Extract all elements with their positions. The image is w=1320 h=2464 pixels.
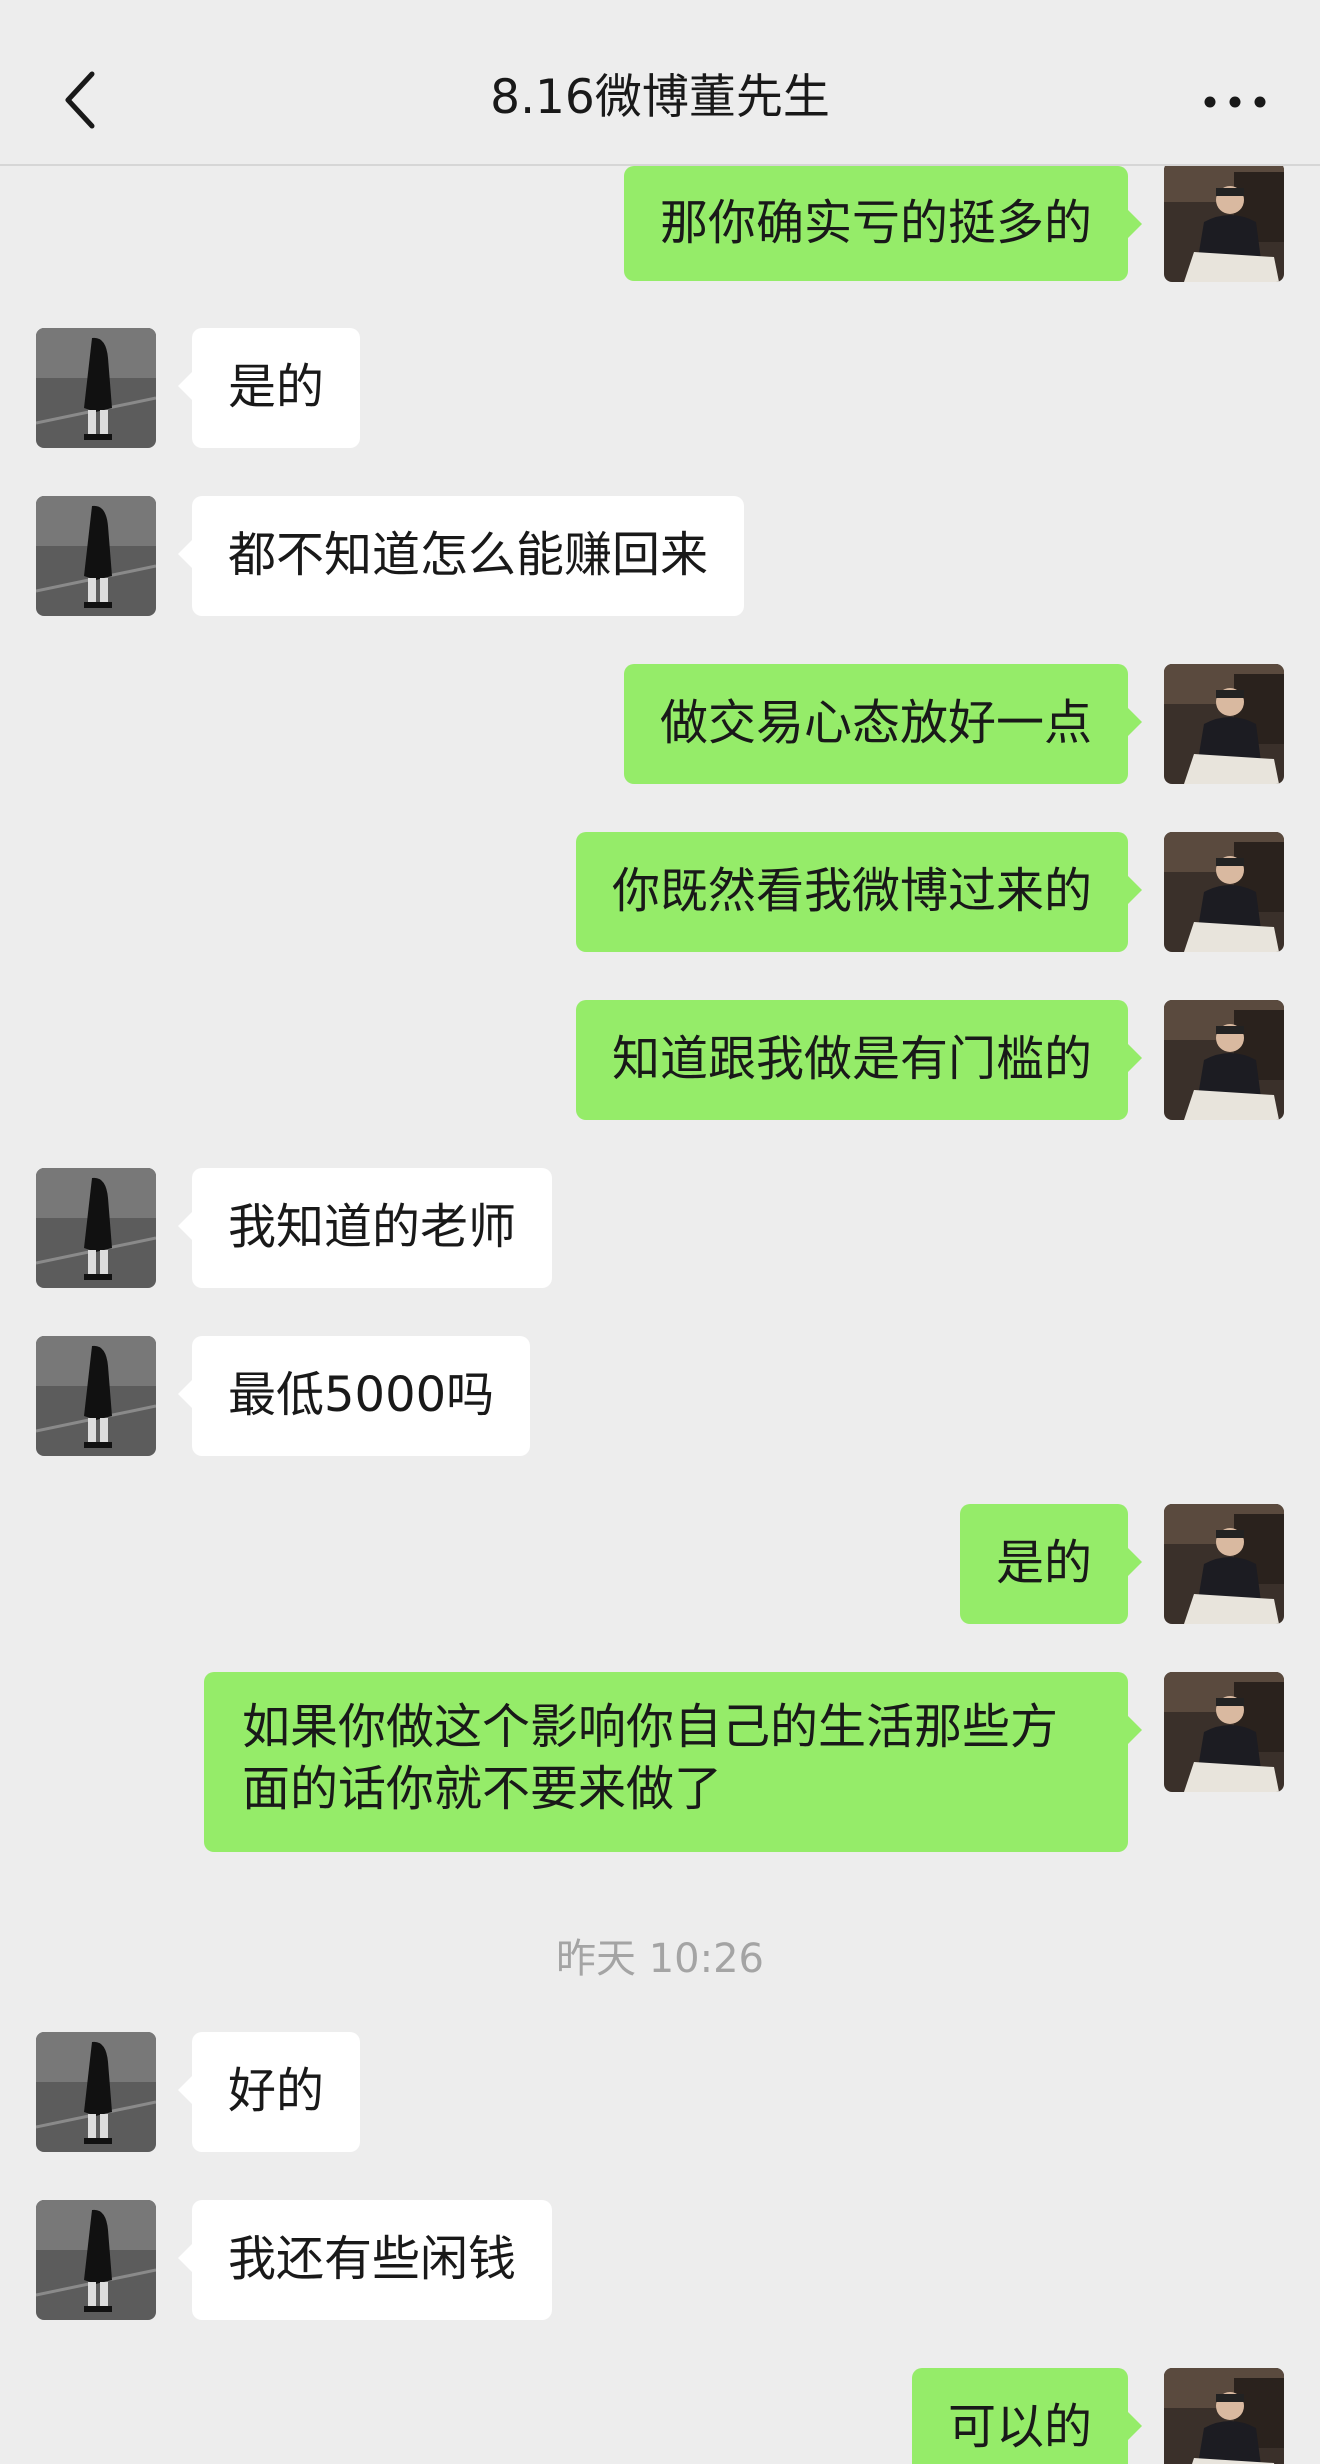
my-avatar[interactable]	[1164, 664, 1284, 784]
message-row: 做交易心态放好一点	[0, 664, 1320, 784]
message-text: 是的	[995, 1535, 1092, 1591]
message-row: 你既然看我微博过来的	[0, 832, 1320, 952]
contact-avatar[interactable]	[36, 2032, 156, 2152]
message-row: 如果你做这个影响你自己的生活那些方面的话你就不要来做了	[0, 1672, 1320, 1852]
message-row: 我知道的老师	[0, 1168, 1320, 1288]
my-avatar[interactable]	[1164, 1000, 1284, 1120]
my-avatar[interactable]	[1164, 1672, 1284, 1792]
message-text: 我知道的老师	[228, 1199, 517, 1255]
message-bubble[interactable]: 是的	[959, 1504, 1143, 1624]
my-avatar[interactable]	[1164, 166, 1284, 282]
contact-avatar[interactable]	[36, 496, 156, 616]
message-bubble[interactable]: 如果你做这个影响你自己的生活那些方面的话你就不要来做了	[204, 1672, 1142, 1852]
contact-avatar[interactable]	[36, 2200, 156, 2320]
message-text: 那你确实亏的挺多的	[659, 195, 1092, 251]
message-row: 都不知道怎么能赚回来	[0, 496, 1320, 616]
message-row: 是的	[0, 328, 1320, 448]
message-bubble[interactable]: 做交易心态放好一点	[623, 664, 1143, 784]
message-text: 是的	[228, 359, 325, 415]
message-text: 可以的	[947, 2399, 1092, 2455]
my-avatar[interactable]	[1164, 2368, 1284, 2464]
message-text: 好的	[228, 2063, 325, 2119]
message-text: 如果你做这个影响你自己的生活那些方面的话你就不要来做了	[242, 1699, 1059, 1817]
chat-area[interactable]: 那你确实亏的挺多的 是的 都不知道怎么能赚回来 做交易心态放好一点 你既然看我微…	[0, 166, 1320, 2464]
message-row: 知道跟我做是有门槛的	[0, 1000, 1320, 1120]
message-bubble[interactable]: 知道跟我做是有门槛的	[575, 1000, 1143, 1120]
message-bubble[interactable]: 你既然看我微博过来的	[575, 832, 1143, 952]
contact-avatar[interactable]	[36, 1168, 156, 1288]
chat-header: 8.16微博董先生	[0, 0, 1320, 166]
message-bubble[interactable]: 是的	[177, 328, 361, 448]
message-row: 那你确实亏的挺多的	[0, 166, 1320, 282]
message-text: 你既然看我微博过来的	[611, 863, 1092, 919]
message-row: 最低5000吗	[0, 1336, 1320, 1456]
message-row: 好的	[0, 2032, 1320, 2152]
message-text: 我还有些闲钱	[228, 2231, 517, 2287]
message-text: 都不知道怎么能赚回来	[228, 527, 709, 583]
message-row: 可以的	[0, 2368, 1320, 2464]
my-avatar[interactable]	[1164, 1504, 1284, 1624]
message-text: 做交易心态放好一点	[659, 695, 1092, 751]
message-row: 是的	[0, 1504, 1320, 1624]
message-bubble[interactable]: 我还有些闲钱	[177, 2200, 553, 2320]
contact-avatar[interactable]	[36, 1336, 156, 1456]
message-bubble[interactable]: 最低5000吗	[177, 1336, 531, 1456]
message-bubble[interactable]: 我知道的老师	[177, 1168, 553, 1288]
message-text: 最低5000吗	[228, 1367, 495, 1423]
message-bubble[interactable]: 都不知道怎么能赚回来	[177, 496, 745, 616]
more-button[interactable]	[1200, 82, 1270, 122]
my-avatar[interactable]	[1164, 832, 1284, 952]
message-bubble[interactable]: 可以的	[911, 2368, 1143, 2464]
chat-title: 8.16微博董先生	[490, 70, 830, 125]
more-dots-icon	[1204, 96, 1266, 108]
message-bubble[interactable]: 好的	[177, 2032, 361, 2152]
contact-avatar[interactable]	[36, 328, 156, 448]
message-row: 我还有些闲钱	[0, 2200, 1320, 2320]
timestamp: 昨天 10:26	[556, 1936, 764, 1982]
message-bubble[interactable]: 那你确实亏的挺多的	[623, 166, 1143, 281]
message-text: 知道跟我做是有门槛的	[611, 1031, 1092, 1087]
